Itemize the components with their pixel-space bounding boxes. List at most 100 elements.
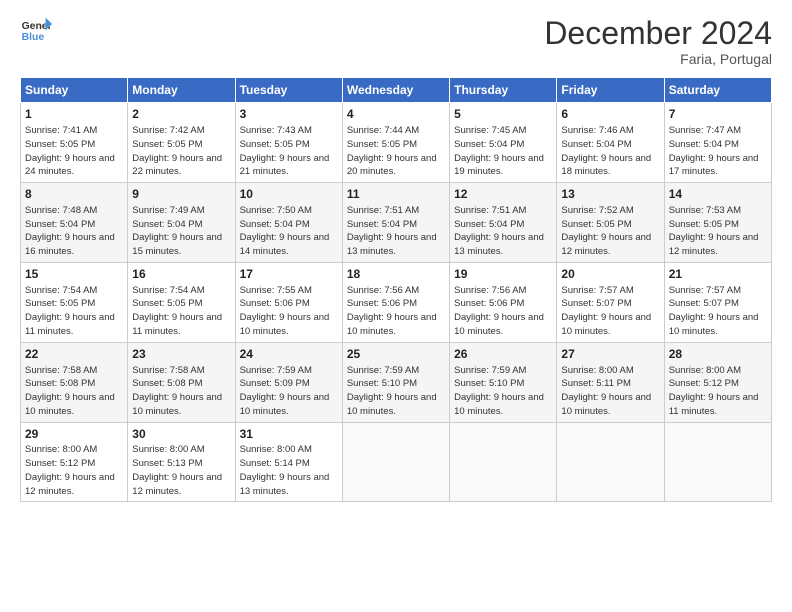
day-number: 10 bbox=[240, 186, 338, 203]
table-row: 28Sunrise: 8:00 AMSunset: 5:12 PMDayligh… bbox=[664, 342, 771, 422]
day-number: 21 bbox=[669, 266, 767, 283]
logo: General Blue bbox=[20, 16, 52, 44]
col-wednesday: Wednesday bbox=[342, 78, 449, 103]
day-detail: Sunrise: 7:45 AMSunset: 5:04 PMDaylight:… bbox=[454, 124, 552, 179]
calendar-week-row: 1Sunrise: 7:41 AMSunset: 5:05 PMDaylight… bbox=[21, 103, 772, 183]
table-row: 25Sunrise: 7:59 AMSunset: 5:10 PMDayligh… bbox=[342, 342, 449, 422]
location: Faria, Portugal bbox=[544, 51, 772, 67]
day-number: 26 bbox=[454, 346, 552, 363]
day-detail: Sunrise: 7:59 AMSunset: 5:09 PMDaylight:… bbox=[240, 364, 338, 419]
calendar-table: Sunday Monday Tuesday Wednesday Thursday… bbox=[20, 77, 772, 502]
day-detail: Sunrise: 7:59 AMSunset: 5:10 PMDaylight:… bbox=[347, 364, 445, 419]
day-detail: Sunrise: 7:57 AMSunset: 5:07 PMDaylight:… bbox=[669, 284, 767, 339]
title-block: December 2024 Faria, Portugal bbox=[544, 16, 772, 67]
col-thursday: Thursday bbox=[450, 78, 557, 103]
day-detail: Sunrise: 7:44 AMSunset: 5:05 PMDaylight:… bbox=[347, 124, 445, 179]
day-detail: Sunrise: 7:59 AMSunset: 5:10 PMDaylight:… bbox=[454, 364, 552, 419]
day-number: 13 bbox=[561, 186, 659, 203]
table-row bbox=[450, 422, 557, 502]
day-detail: Sunrise: 7:43 AMSunset: 5:05 PMDaylight:… bbox=[240, 124, 338, 179]
col-sunday: Sunday bbox=[21, 78, 128, 103]
table-row bbox=[557, 422, 664, 502]
day-number: 18 bbox=[347, 266, 445, 283]
day-detail: Sunrise: 8:00 AMSunset: 5:14 PMDaylight:… bbox=[240, 443, 338, 498]
header: General Blue December 2024 Faria, Portug… bbox=[20, 16, 772, 67]
day-detail: Sunrise: 7:58 AMSunset: 5:08 PMDaylight:… bbox=[132, 364, 230, 419]
table-row: 24Sunrise: 7:59 AMSunset: 5:09 PMDayligh… bbox=[235, 342, 342, 422]
table-row: 18Sunrise: 7:56 AMSunset: 5:06 PMDayligh… bbox=[342, 262, 449, 342]
table-row: 17Sunrise: 7:55 AMSunset: 5:06 PMDayligh… bbox=[235, 262, 342, 342]
day-number: 24 bbox=[240, 346, 338, 363]
table-row bbox=[664, 422, 771, 502]
day-number: 5 bbox=[454, 106, 552, 123]
day-detail: Sunrise: 7:48 AMSunset: 5:04 PMDaylight:… bbox=[25, 204, 123, 259]
day-detail: Sunrise: 7:55 AMSunset: 5:06 PMDaylight:… bbox=[240, 284, 338, 339]
table-row: 21Sunrise: 7:57 AMSunset: 5:07 PMDayligh… bbox=[664, 262, 771, 342]
day-detail: Sunrise: 7:56 AMSunset: 5:06 PMDaylight:… bbox=[347, 284, 445, 339]
day-number: 25 bbox=[347, 346, 445, 363]
calendar-week-row: 22 Sunrise: 7:58 AMSunset: 5:08 PMDayligh… bbox=[21, 342, 772, 422]
day-detail: Sunrise: 7:41 AMSunset: 5:05 PMDaylight:… bbox=[25, 124, 123, 179]
table-row: 11Sunrise: 7:51 AMSunset: 5:04 PMDayligh… bbox=[342, 183, 449, 263]
month-title: December 2024 bbox=[544, 16, 772, 51]
day-detail: Sunrise: 7:57 AMSunset: 5:07 PMDaylight:… bbox=[561, 284, 659, 339]
table-row: 20Sunrise: 7:57 AMSunset: 5:07 PMDayligh… bbox=[557, 262, 664, 342]
table-row: 19Sunrise: 7:56 AMSunset: 5:06 PMDayligh… bbox=[450, 262, 557, 342]
logo-icon: General Blue bbox=[20, 16, 52, 44]
day-number: 16 bbox=[132, 266, 230, 283]
day-detail: Sunrise: 7:42 AMSunset: 5:05 PMDaylight:… bbox=[132, 124, 230, 179]
table-row: 7Sunrise: 7:47 AMSunset: 5:04 PMDaylight… bbox=[664, 103, 771, 183]
col-friday: Friday bbox=[557, 78, 664, 103]
calendar-header-row: Sunday Monday Tuesday Wednesday Thursday… bbox=[21, 78, 772, 103]
day-detail: Sunrise: 7:56 AMSunset: 5:06 PMDaylight:… bbox=[454, 284, 552, 339]
day-number: 22 bbox=[25, 346, 123, 363]
table-row: 13Sunrise: 7:52 AMSunset: 5:05 PMDayligh… bbox=[557, 183, 664, 263]
day-number: 23 bbox=[132, 346, 230, 363]
day-detail: Sunrise: 7:54 AMSunset: 5:05 PMDaylight:… bbox=[132, 284, 230, 339]
day-number: 30 bbox=[132, 426, 230, 443]
day-number: 20 bbox=[561, 266, 659, 283]
table-row: 1Sunrise: 7:41 AMSunset: 5:05 PMDaylight… bbox=[21, 103, 128, 183]
day-number: 31 bbox=[240, 426, 338, 443]
day-number: 3 bbox=[240, 106, 338, 123]
table-row: 27Sunrise: 8:00 AMSunset: 5:11 PMDayligh… bbox=[557, 342, 664, 422]
day-number: 7 bbox=[669, 106, 767, 123]
day-number: 28 bbox=[669, 346, 767, 363]
day-detail: Sunrise: 7:49 AMSunset: 5:04 PMDaylight:… bbox=[132, 204, 230, 259]
col-saturday: Saturday bbox=[664, 78, 771, 103]
table-row: 31Sunrise: 8:00 AMSunset: 5:14 PMDayligh… bbox=[235, 422, 342, 502]
col-monday: Monday bbox=[128, 78, 235, 103]
day-detail: Sunrise: 8:00 AMSunset: 5:11 PMDaylight:… bbox=[561, 364, 659, 419]
day-number: 14 bbox=[669, 186, 767, 203]
day-detail: Sunrise: 7:50 AMSunset: 5:04 PMDaylight:… bbox=[240, 204, 338, 259]
table-row: 4Sunrise: 7:44 AMSunset: 5:05 PMDaylight… bbox=[342, 103, 449, 183]
day-number: 11 bbox=[347, 186, 445, 203]
day-detail: Sunrise: 7:54 AMSunset: 5:05 PMDaylight:… bbox=[25, 284, 123, 339]
day-detail: Sunrise: 8:00 AMSunset: 5:12 PMDaylight:… bbox=[669, 364, 767, 419]
day-number: 6 bbox=[561, 106, 659, 123]
table-row: 26Sunrise: 7:59 AMSunset: 5:10 PMDayligh… bbox=[450, 342, 557, 422]
table-row: 29Sunrise: 8:00 AMSunset: 5:12 PMDayligh… bbox=[21, 422, 128, 502]
table-row: 6Sunrise: 7:46 AMSunset: 5:04 PMDaylight… bbox=[557, 103, 664, 183]
day-number: 9 bbox=[132, 186, 230, 203]
day-detail: Sunrise: 7:47 AMSunset: 5:04 PMDaylight:… bbox=[669, 124, 767, 179]
table-row: 14Sunrise: 7:53 AMSunset: 5:05 PMDayligh… bbox=[664, 183, 771, 263]
day-number: 12 bbox=[454, 186, 552, 203]
day-detail: Sunrise: 7:46 AMSunset: 5:04 PMDaylight:… bbox=[561, 124, 659, 179]
table-row: 10Sunrise: 7:50 AMSunset: 5:04 PMDayligh… bbox=[235, 183, 342, 263]
table-row: 8Sunrise: 7:48 AMSunset: 5:04 PMDaylight… bbox=[21, 183, 128, 263]
day-detail: Sunrise: 7:53 AMSunset: 5:05 PMDaylight:… bbox=[669, 204, 767, 259]
table-row: 30Sunrise: 8:00 AMSunset: 5:13 PMDayligh… bbox=[128, 422, 235, 502]
day-detail: Sunrise: 7:51 AMSunset: 5:04 PMDaylight:… bbox=[347, 204, 445, 259]
day-detail: Sunrise: 7:52 AMSunset: 5:05 PMDaylight:… bbox=[561, 204, 659, 259]
calendar-week-row: 29Sunrise: 8:00 AMSunset: 5:12 PMDayligh… bbox=[21, 422, 772, 502]
page: General Blue December 2024 Faria, Portug… bbox=[0, 0, 792, 612]
table-row: 15Sunrise: 7:54 AMSunset: 5:05 PMDayligh… bbox=[21, 262, 128, 342]
day-number: 1 bbox=[25, 106, 123, 123]
table-row: 9Sunrise: 7:49 AMSunset: 5:04 PMDaylight… bbox=[128, 183, 235, 263]
table-row: 23Sunrise: 7:58 AMSunset: 5:08 PMDayligh… bbox=[128, 342, 235, 422]
day-number: 29 bbox=[25, 426, 123, 443]
table-row: 3Sunrise: 7:43 AMSunset: 5:05 PMDaylight… bbox=[235, 103, 342, 183]
day-detail: Sunrise: 8:00 AMSunset: 5:13 PMDaylight:… bbox=[132, 443, 230, 498]
table-row: 5Sunrise: 7:45 AMSunset: 5:04 PMDaylight… bbox=[450, 103, 557, 183]
